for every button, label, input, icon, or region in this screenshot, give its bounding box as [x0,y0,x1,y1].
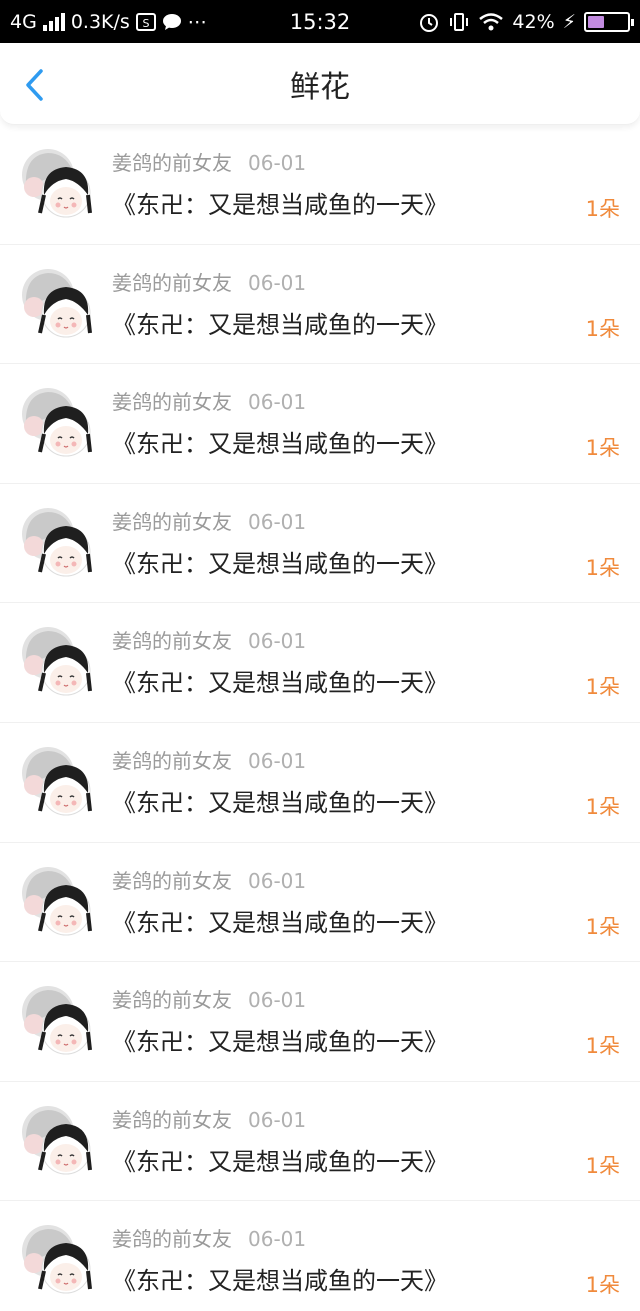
username[interactable]: 姜鸽的前女友 [112,1108,232,1132]
book-title[interactable]: 《东卍：又是想当咸鱼的一天》 [112,424,448,459]
flower-count: 1朵 [585,914,620,939]
item-meta: 姜鸽的前女友 06-01 [112,625,306,654]
username[interactable]: 姜鸽的前女友 [112,629,232,653]
date: 06-01 [248,390,307,415]
item-meta: 姜鸽的前女友 06-01 [112,984,306,1013]
date: 06-01 [248,868,307,893]
item-meta: 姜鸽的前女友 06-01 [112,1223,306,1252]
flower-count: 1朵 [585,316,620,341]
book-title[interactable]: 《东卍：又是想当咸鱼的一天》 [112,783,448,818]
battery-fill [588,15,604,28]
book-title[interactable]: 《东卍：又是想当咸鱼的一天》 [112,185,448,220]
list-item[interactable]: 姜鸽的前女友 06-01 《东卍：又是想当咸鱼的一天》 1朵 [0,1201,640,1311]
flower-count: 1朵 [585,1153,620,1178]
date: 06-01 [248,748,307,773]
avatar[interactable] [18,1104,94,1180]
username[interactable]: 姜鸽的前女友 [112,749,232,773]
flower-count: 1朵 [585,794,620,819]
battery-icon [584,11,634,32]
charging-icon: ⚡ [562,10,576,33]
list-item[interactable]: 姜鸽的前女友 06-01 《东卍：又是想当咸鱼的一天》 1朵 [0,962,640,1082]
date: 06-01 [248,1107,307,1132]
item-meta: 姜鸽的前女友 06-01 [112,506,306,535]
flower-count: 1朵 [585,1273,620,1298]
book-title[interactable]: 《东卍：又是想当咸鱼的一天》 [112,663,448,698]
avatar[interactable] [18,147,94,223]
book-title[interactable]: 《东卍：又是想当咸鱼的一天》 [112,1261,448,1296]
page-title: 鲜花 [290,70,350,105]
book-title[interactable]: 《东卍：又是想当咸鱼的一天》 [112,305,448,340]
flower-count: 1朵 [585,1034,620,1059]
date: 06-01 [248,151,307,175]
date: 06-01 [248,1227,307,1252]
item-meta: 姜鸽的前女友 06-01 [112,386,306,415]
nav-bar: 鲜花 [0,43,640,125]
date: 06-01 [248,270,307,295]
item-meta: 姜鸽的前女友 06-01 [112,865,306,894]
item-meta: 姜鸽的前女友 06-01 [112,745,306,774]
item-meta: 姜鸽的前女友 06-01 [112,147,306,176]
flower-count: 1朵 [585,555,620,580]
list-item[interactable]: 姜鸽的前女友 06-01 《东卍：又是想当咸鱼的一天》 1朵 [0,603,640,723]
date: 06-01 [248,988,307,1013]
book-title[interactable]: 《东卍：又是想当咸鱼的一天》 [112,1022,448,1057]
book-title[interactable]: 《东卍：又是想当咸鱼的一天》 [112,903,448,938]
list-item[interactable]: 姜鸽的前女友 06-01 《东卍：又是想当咸鱼的一天》 1朵 [0,125,640,245]
list-item[interactable]: 姜鸽的前女友 06-01 《东卍：又是想当咸鱼的一天》 1朵 [0,245,640,365]
flower-count: 1朵 [585,197,620,221]
username[interactable]: 姜鸽的前女友 [112,151,232,175]
username[interactable]: 姜鸽的前女友 [112,1227,232,1251]
username[interactable]: 姜鸽的前女友 [112,271,232,295]
flower-list: 姜鸽的前女友 06-01 《东卍：又是想当咸鱼的一天》 1朵 姜鸽的前女友 06-0… [0,125,640,1311]
alarm-icon [420,13,439,32]
list-item[interactable]: 姜鸽的前女友 06-01 《东卍：又是想当咸鱼的一天》 1朵 [0,843,640,963]
flower-count: 1朵 [585,436,620,461]
avatar[interactable] [18,865,94,941]
avatar[interactable] [18,267,94,343]
list-item[interactable]: 姜鸽的前女友 06-01 《东卍：又是想当咸鱼的一天》 1朵 [0,723,640,843]
battery-percent: 42% [512,10,555,33]
avatar[interactable] [18,625,94,701]
vibrate-icon [450,12,469,31]
username[interactable]: 姜鸽的前女友 [112,510,232,534]
list-item[interactable]: 姜鸽的前女友 06-01 《东卍：又是想当咸鱼的一天》 1朵 [0,364,640,484]
username[interactable]: 姜鸽的前女友 [112,988,232,1012]
avatar[interactable] [18,984,94,1060]
avatar[interactable] [18,506,94,582]
status-right: 42% ⚡ [418,0,634,43]
status-bar: 4G 0.3K/s S ⋯ 15:32 42% ⚡ [0,0,640,43]
avatar[interactable] [18,745,94,821]
item-meta: 姜鸽的前女友 06-01 [112,1104,306,1133]
list-item[interactable]: 姜鸽的前女友 06-01 《东卍：又是想当咸鱼的一天》 1朵 [0,1082,640,1202]
username[interactable]: 姜鸽的前女友 [112,869,232,893]
item-meta: 姜鸽的前女友 06-01 [112,267,306,296]
wifi-icon [479,12,504,30]
flower-count: 1朵 [585,675,620,700]
list-item[interactable]: 姜鸽的前女友 06-01 《东卍：又是想当咸鱼的一天》 1朵 [0,484,640,604]
date: 06-01 [248,509,307,534]
date: 06-01 [248,629,307,654]
username[interactable]: 姜鸽的前女友 [112,390,232,414]
book-title[interactable]: 《东卍：又是想当咸鱼的一天》 [112,544,448,579]
avatar[interactable] [18,386,94,462]
book-title[interactable]: 《东卍：又是想当咸鱼的一天》 [112,1142,448,1177]
avatar[interactable] [18,1223,94,1299]
